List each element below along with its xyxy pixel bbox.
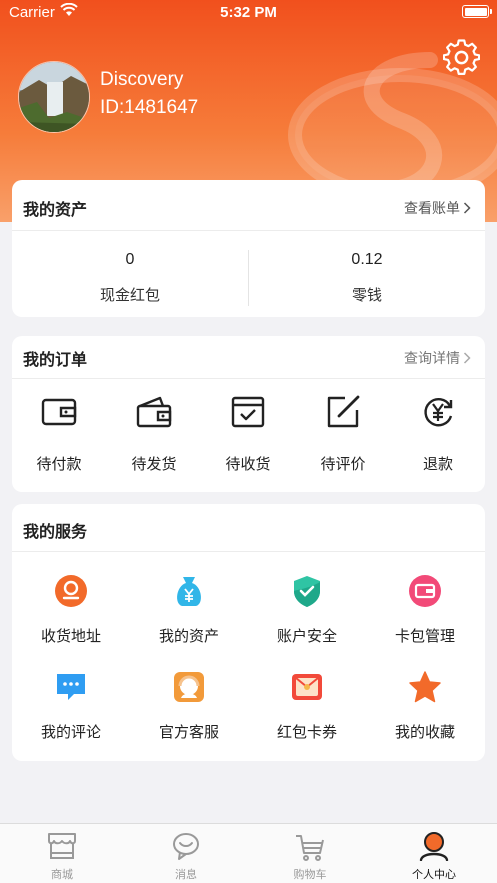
person-icon — [419, 832, 449, 861]
tab-label: 个人中心 — [412, 868, 456, 881]
customer-service-icon — [174, 672, 204, 702]
shield-icon — [294, 576, 320, 607]
asset-cash-red-packet[interactable]: 0 现金红包 — [12, 231, 248, 317]
services-card-header: 我的服务 — [12, 504, 485, 552]
orders-title: 我的订单 — [23, 350, 88, 369]
order-pending-payment[interactable]: 待付款 — [12, 379, 106, 492]
order-pending-review[interactable]: 待评价 — [296, 379, 390, 492]
yen-refund-icon — [424, 398, 453, 427]
order-label: 待发货 — [131, 455, 177, 473]
order-label: 退款 — [422, 455, 453, 473]
service-shipping-address[interactable]: 收货地址 — [12, 574, 130, 670]
order-label: 待评价 — [320, 455, 366, 473]
service-card-wallet[interactable]: 卡包管理 — [366, 574, 484, 670]
wallet-icon — [41, 398, 77, 426]
order-details-link[interactable]: 查询详情 — [404, 348, 471, 368]
tab-profile[interactable]: 个人中心 — [372, 824, 496, 883]
service-label: 卡包管理 — [394, 627, 455, 645]
money-bag-icon — [177, 577, 201, 606]
comment-icon — [57, 674, 85, 700]
tab-label: 消息 — [175, 868, 197, 881]
order-pending-shipment[interactable]: 待发货 — [107, 379, 201, 492]
order-details-label: 查询详情 — [404, 351, 460, 367]
service-my-assets[interactable]: 我的资产 — [130, 574, 248, 670]
tab-store[interactable]: 商城 — [0, 824, 124, 883]
service-label: 红包卡券 — [276, 723, 337, 741]
assets-title: 我的资产 — [23, 200, 88, 219]
service-account-security[interactable]: 账户安全 — [248, 574, 366, 670]
view-bill-link[interactable]: 查看账单 — [404, 198, 471, 218]
view-bill-label: 查看账单 — [404, 201, 460, 217]
tab-label: 购物车 — [293, 868, 327, 881]
red-envelope-icon — [292, 674, 322, 700]
card-wallet-icon — [409, 575, 441, 607]
message-icon — [173, 833, 199, 860]
user-id: ID:1481647 — [100, 97, 199, 118]
status-bar: Carrier 5:32 PM — [0, 0, 497, 26]
service-label: 我的评论 — [40, 723, 101, 741]
service-my-comments[interactable]: 我的评论 — [12, 670, 130, 766]
order-pending-receipt[interactable]: 待收货 — [201, 379, 295, 492]
assets-card: 我的资产 查看账单 0 现金红包 0.12 零钱 — [12, 180, 485, 317]
order-label: 待付款 — [36, 455, 82, 473]
edit-icon — [327, 395, 360, 428]
services-title: 我的服务 — [23, 522, 88, 541]
service-label: 官方客服 — [158, 723, 219, 741]
settings-gear-icon[interactable] — [443, 39, 480, 76]
store-icon — [48, 833, 76, 859]
avatar[interactable] — [18, 61, 90, 133]
star-icon — [409, 671, 441, 703]
asset-change[interactable]: 0.12 零钱 — [249, 231, 485, 317]
service-label: 我的资产 — [158, 627, 219, 645]
service-customer-service[interactable]: 官方客服 — [130, 670, 248, 766]
status-time: 5:32 PM — [220, 4, 277, 21]
service-red-envelope-coupons[interactable]: 红包卡券 — [248, 670, 366, 766]
service-my-favorites[interactable]: 我的收藏 — [366, 670, 484, 766]
username: Discovery — [100, 69, 184, 90]
service-label: 收货地址 — [40, 627, 101, 645]
chevron-right-icon — [463, 352, 471, 364]
battery-icon — [462, 5, 492, 18]
assets-card-header: 我的资产 查看账单 — [12, 180, 485, 231]
tab-cart[interactable]: 购物车 — [248, 824, 372, 883]
asset-label: 现金红包 — [99, 286, 160, 304]
bottom-tab-bar: 商城 消息 购物车 个人中心 — [0, 823, 497, 883]
service-label: 账户安全 — [276, 627, 337, 645]
tab-messages[interactable]: 消息 — [124, 824, 248, 883]
tab-label: 商城 — [51, 868, 73, 881]
asset-value: 0 — [125, 251, 135, 268]
open-wallet-icon — [136, 396, 172, 428]
location-icon — [55, 575, 87, 607]
service-label: 我的收藏 — [394, 723, 455, 741]
chevron-right-icon — [463, 202, 471, 214]
asset-value: 0.12 — [351, 251, 383, 268]
services-card: 我的服务 收货地址 我的资产 账户安全 卡包管理 我的评论 官方客服 红包卡券 … — [12, 504, 485, 761]
order-label: 待收货 — [225, 455, 271, 473]
asset-label: 零钱 — [351, 286, 382, 304]
orders-card-header: 我的订单 查询详情 — [12, 336, 485, 379]
order-refund[interactable]: 退款 — [391, 379, 485, 492]
orders-card: 我的订单 查询详情 待付款 待发货 待收货 待评价 退款 — [12, 336, 485, 492]
cart-icon — [296, 835, 324, 861]
avatar-landscape-image — [19, 62, 89, 132]
box-check-icon — [231, 396, 265, 428]
